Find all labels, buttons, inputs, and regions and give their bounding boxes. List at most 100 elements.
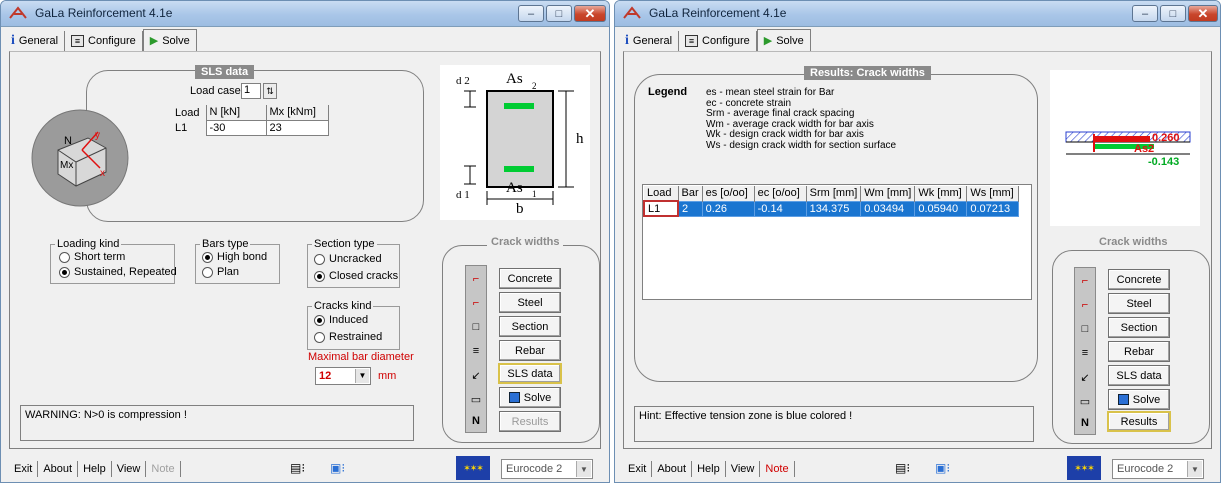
- ws-cell: 0.07213: [966, 200, 1020, 217]
- minimize-button[interactable]: –: [1132, 5, 1158, 22]
- section-rect-icon[interactable]: □: [1078, 322, 1092, 336]
- section-button[interactable]: Section: [499, 316, 561, 337]
- mx-cell[interactable]: 23: [265, 119, 329, 136]
- ruler-icon[interactable]: ▭: [1078, 394, 1092, 408]
- maximize-button[interactable]: □: [1160, 5, 1186, 22]
- radio-restrained[interactable]: Restrained: [314, 331, 382, 343]
- steel-button[interactable]: Steel: [499, 292, 561, 313]
- steel-button[interactable]: Steel: [1108, 293, 1170, 314]
- radio-closed-cracks[interactable]: Closed cracks: [314, 270, 398, 282]
- as2-subscript: 2: [532, 81, 537, 91]
- bars-type-group: Bars type High bond Plan: [195, 238, 280, 284]
- solve-label: Solve: [523, 391, 552, 404]
- steel-curve-icon[interactable]: ⌐: [469, 296, 483, 310]
- tab-solve[interactable]: ▶ Solve: [756, 29, 811, 51]
- rebar-button[interactable]: Rebar: [499, 340, 561, 361]
- load-cases-label: Load cases: [190, 85, 247, 97]
- radio-induced[interactable]: Induced: [314, 314, 368, 326]
- section-button[interactable]: Section: [1108, 317, 1170, 338]
- col-header: Mx [kNm]: [266, 105, 329, 120]
- window-title: GaLa Reinforcement 4.1e: [35, 6, 173, 20]
- view-button[interactable]: View: [726, 461, 761, 477]
- close-button[interactable]: ✕: [574, 5, 606, 22]
- srm-cell: 134.375: [805, 200, 862, 217]
- crack-diagram: 0.260 As2 -0.143: [1050, 70, 1200, 226]
- tab-configure[interactable]: ≡ Configure: [679, 31, 757, 51]
- row-label: L1: [643, 200, 679, 217]
- sls-load-icon[interactable]: ↙: [469, 368, 483, 382]
- view-button[interactable]: View: [112, 461, 147, 477]
- sls-data-button[interactable]: SLS data: [1108, 365, 1170, 386]
- col-header: Load: [172, 105, 207, 120]
- section-rect-icon[interactable]: □: [469, 320, 483, 334]
- solve-panel: Results: Crack widths Legend es - mean s…: [623, 51, 1212, 449]
- radio-sustained[interactable]: Sustained, Repeated: [59, 266, 177, 278]
- maximize-button[interactable]: □: [546, 5, 572, 22]
- help-button[interactable]: Help: [692, 461, 726, 477]
- chevron-down-icon: ▼: [576, 461, 591, 477]
- tab-configure[interactable]: ≡ Configure: [65, 31, 143, 51]
- ruler-icon[interactable]: ▭: [469, 392, 483, 406]
- window-left: GaLa Reinforcement 4.1e – □ ✕ i General …: [0, 0, 610, 483]
- concrete-button[interactable]: Concrete: [499, 268, 561, 289]
- calc-tools-icon[interactable]: ▣⁝: [935, 461, 950, 475]
- code-select[interactable]: Eurocode 2 ▼: [1112, 459, 1204, 479]
- sls-load-icon[interactable]: ↙: [1078, 370, 1092, 384]
- concrete-curve-icon[interactable]: ⌐: [469, 272, 483, 286]
- section-drawing: d 2 As 2 h d 1 As 1 b: [440, 65, 590, 220]
- note-button[interactable]: Note: [146, 461, 181, 477]
- calculator-icon: [508, 392, 520, 403]
- about-button[interactable]: About: [38, 461, 79, 477]
- legend-item: Ws - design crack width for section surf…: [706, 139, 897, 151]
- rebar-icon[interactable]: ≡: [1078, 346, 1092, 360]
- configure-icon: ≡: [685, 35, 699, 47]
- exit-button[interactable]: Exit: [623, 461, 653, 477]
- rebar-icon[interactable]: ≡: [469, 344, 483, 358]
- load-cases-input[interactable]: 1: [241, 83, 261, 99]
- load-cases-spinner[interactable]: ⇅: [263, 83, 277, 99]
- rebar-button[interactable]: Rebar: [1108, 341, 1170, 362]
- radio-plan[interactable]: Plan: [202, 266, 239, 278]
- concrete-button[interactable]: Concrete: [1108, 269, 1170, 290]
- n-force-icon[interactable]: N: [1078, 416, 1092, 430]
- layout-icon[interactable]: ▤⁝: [895, 461, 910, 475]
- cracks-kind-label: Cracks kind: [312, 300, 374, 312]
- max-bar-diameter-select[interactable]: 12 ▼: [315, 367, 371, 385]
- sls-data-button[interactable]: SLS data: [498, 363, 562, 384]
- tab-label: Solve: [162, 34, 190, 47]
- radio-high-bond[interactable]: High bond: [202, 251, 267, 263]
- layout-icon[interactable]: ▤⁝: [290, 461, 305, 475]
- b-label: b: [516, 201, 524, 217]
- table-row[interactable]: L1 2 0.26 -0.14 134.375 0.03494 0.05940 …: [643, 200, 1020, 217]
- ec-cell: -0.14: [753, 200, 807, 217]
- results-button[interactable]: Results: [1107, 411, 1171, 432]
- minimize-button[interactable]: –: [518, 5, 544, 22]
- concrete-curve-icon[interactable]: ⌐: [1078, 274, 1092, 288]
- tab-solve[interactable]: ▶ Solve: [142, 29, 197, 51]
- solve-button[interactable]: Solve: [1108, 389, 1170, 410]
- wk-cell: 0.05940: [914, 200, 968, 217]
- calc-tools-icon[interactable]: ▣⁝: [330, 461, 345, 475]
- tab-general[interactable]: i General: [5, 31, 66, 51]
- cracks-kind-group: Cracks kind Induced Restrained: [307, 300, 400, 350]
- close-button[interactable]: ✕: [1188, 5, 1218, 22]
- about-button[interactable]: About: [652, 461, 693, 477]
- steel-curve-icon[interactable]: ⌐: [1078, 298, 1092, 312]
- section-type-group: Section type Uncracked Closed cracks: [307, 238, 400, 288]
- code-select[interactable]: Eurocode 2 ▼: [501, 459, 593, 479]
- solve-button[interactable]: Solve: [499, 387, 561, 408]
- help-button[interactable]: Help: [78, 461, 112, 477]
- exit-button[interactable]: Exit: [9, 461, 39, 477]
- radio-short-term[interactable]: Short term: [59, 251, 125, 263]
- loading-kind-group: Loading kind Short term Sustained, Repea…: [50, 238, 177, 284]
- chevron-down-icon: ▼: [355, 369, 369, 383]
- radio-indicator: [314, 314, 325, 326]
- n-force-icon[interactable]: N: [469, 414, 483, 428]
- radio-uncracked[interactable]: Uncracked: [314, 253, 382, 265]
- n-cell[interactable]: -30: [205, 119, 267, 136]
- results-button[interactable]: Results: [499, 411, 561, 432]
- note-button[interactable]: Note: [760, 461, 795, 477]
- tab-general[interactable]: i General: [619, 31, 680, 51]
- code-select-value: Eurocode 2: [506, 463, 563, 475]
- row-label: L1: [172, 120, 207, 135]
